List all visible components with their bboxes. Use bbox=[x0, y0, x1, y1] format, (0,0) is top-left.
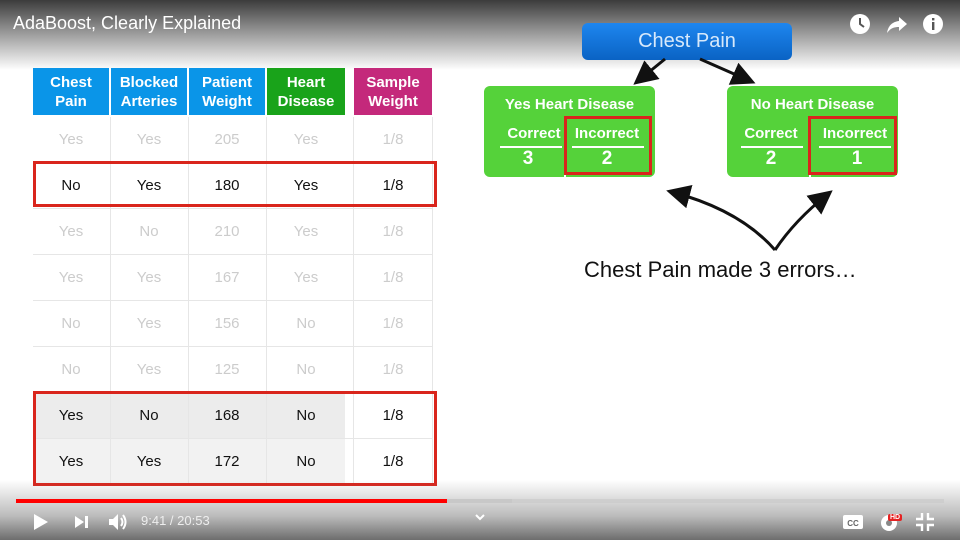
correct-label: Correct bbox=[507, 125, 561, 142]
table-cell: No bbox=[296, 315, 316, 332]
table-cell: Yes bbox=[293, 131, 319, 148]
table-cell: Yes bbox=[136, 269, 162, 286]
highlight-box-incorrect-no bbox=[808, 116, 897, 175]
table-cell: 156 bbox=[214, 315, 240, 332]
annotation-text: Chest Pain made 3 errors… bbox=[584, 257, 857, 282]
table-cell: No bbox=[61, 315, 81, 332]
chevron-down-icon[interactable] bbox=[470, 507, 490, 527]
table-cell: Yes bbox=[293, 269, 319, 286]
hd-badge: HD bbox=[888, 514, 903, 521]
table-cell: 1/8 bbox=[382, 361, 404, 378]
correct-count: 3 bbox=[522, 148, 534, 169]
table-cell: 210 bbox=[214, 223, 240, 240]
table-cell: No bbox=[61, 361, 81, 378]
annotation-arrows bbox=[666, 185, 833, 251]
table-cell: Yes bbox=[293, 223, 319, 240]
table-cell: Yes bbox=[136, 315, 162, 332]
header-blocked-arteries: Blocked Arteries bbox=[111, 68, 187, 115]
next-icon[interactable] bbox=[68, 509, 94, 535]
table-cell: Yes bbox=[58, 269, 84, 286]
table-cell: 167 bbox=[214, 269, 240, 286]
info-icon[interactable] bbox=[921, 12, 945, 36]
time-display: 9:41 / 20:53 bbox=[141, 513, 210, 528]
settings-icon[interactable] bbox=[877, 509, 903, 535]
table-cell: Yes bbox=[58, 131, 84, 148]
highlight-box-row-2 bbox=[33, 161, 437, 207]
captions-icon[interactable]: CC bbox=[840, 509, 866, 535]
time-separator: / bbox=[166, 513, 178, 528]
header-heart-disease: Heart Disease bbox=[267, 68, 345, 115]
table-cell: Yes bbox=[136, 361, 162, 378]
share-icon[interactable] bbox=[885, 12, 909, 36]
watch-later-icon[interactable] bbox=[848, 12, 872, 36]
leaf-title: Yes Heart Disease bbox=[504, 96, 635, 113]
volume-icon[interactable] bbox=[105, 509, 131, 535]
header-sample-weight: Sample Weight bbox=[354, 68, 432, 115]
table-cell: Yes bbox=[136, 131, 162, 148]
table-cell: 125 bbox=[214, 361, 240, 378]
video-title[interactable]: AdaBoost, Clearly Explained bbox=[13, 13, 241, 34]
play-icon[interactable] bbox=[27, 509, 53, 535]
highlight-box-rows-7-8 bbox=[33, 391, 437, 486]
exit-fullscreen-icon[interactable] bbox=[912, 509, 938, 535]
table-cell: Yes bbox=[58, 223, 84, 240]
table-cell: 1/8 bbox=[382, 269, 404, 286]
table-cell: No bbox=[139, 223, 159, 240]
correct-count: 2 bbox=[765, 148, 777, 169]
highlight-box-incorrect-yes bbox=[564, 116, 652, 175]
svg-text:CC: CC bbox=[847, 519, 859, 528]
table-cell: 1/8 bbox=[382, 223, 404, 240]
current-time: 9:41 bbox=[141, 513, 167, 528]
header-patient-weight: Patient Weight bbox=[189, 68, 265, 115]
table-cell: No bbox=[296, 361, 316, 378]
table-cell: 1/8 bbox=[382, 315, 404, 332]
header-chest-pain: Chest Pain bbox=[33, 68, 109, 115]
leaf-title: No Heart Disease bbox=[750, 96, 875, 113]
duration: 20:53 bbox=[177, 513, 210, 528]
progress-bar[interactable] bbox=[16, 499, 944, 503]
progress-played bbox=[16, 499, 447, 503]
correct-label: Correct bbox=[744, 125, 798, 142]
table-cell: 1/8 bbox=[382, 131, 404, 148]
table-cell: 205 bbox=[214, 131, 240, 148]
